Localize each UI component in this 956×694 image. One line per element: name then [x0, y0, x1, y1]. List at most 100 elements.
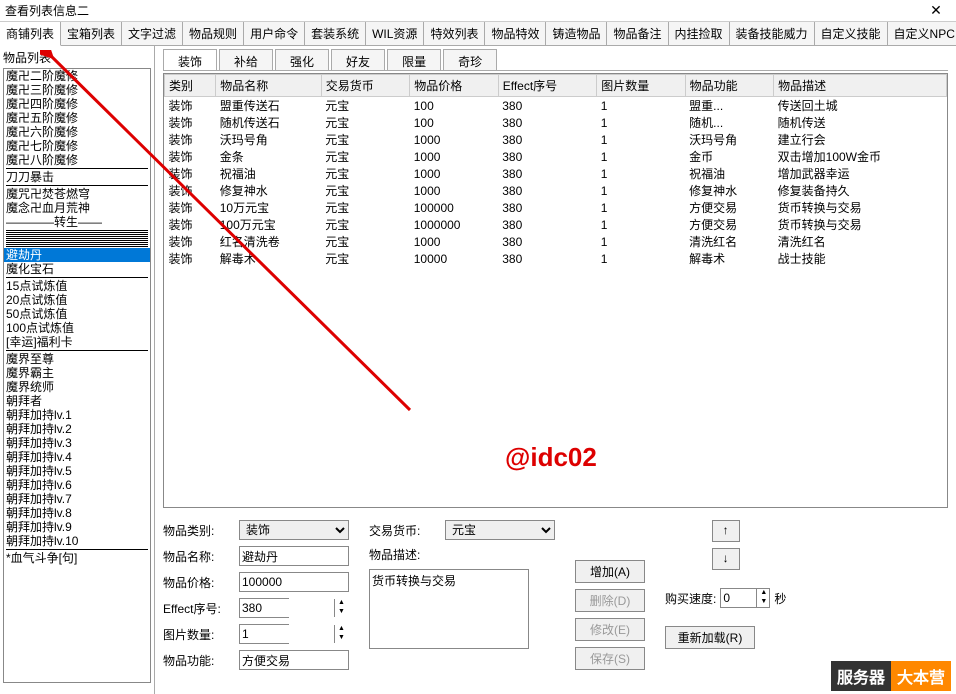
desc-label: 物品描述:: [369, 548, 420, 562]
save-button[interactable]: 保存(S): [575, 647, 645, 670]
speed-spinner[interactable]: ▲▼: [720, 588, 770, 608]
modify-button[interactable]: 修改(E): [575, 618, 645, 641]
spinner-up-icon[interactable]: ▲: [335, 599, 348, 608]
table-header[interactable]: 物品功能: [685, 75, 773, 97]
sub-tab-0[interactable]: 装饰: [163, 49, 217, 70]
table-header[interactable]: 交易货币: [321, 75, 409, 97]
desc-textarea[interactable]: [369, 569, 529, 649]
table-header[interactable]: 类别: [165, 75, 216, 97]
close-icon[interactable]: ✕: [921, 2, 951, 19]
spinner-up-icon[interactable]: ▲: [335, 625, 348, 634]
tab-8[interactable]: 物品特效: [485, 22, 546, 45]
tab-1[interactable]: 宝箱列表: [61, 22, 122, 45]
list-item[interactable]: 魔卍六阶魔修: [4, 125, 150, 139]
item-func-input[interactable]: [239, 650, 349, 670]
list-item[interactable]: 朝拜者: [4, 394, 150, 408]
tab-14[interactable]: 自定义NPC: [888, 22, 956, 45]
list-item[interactable]: 朝拜加持lv.1: [4, 408, 150, 422]
sub-tab-2[interactable]: 强化: [275, 49, 329, 70]
item-category-select[interactable]: 装饰: [239, 520, 349, 540]
list-item[interactable]: 20点试炼值: [4, 293, 150, 307]
add-button[interactable]: 增加(A): [575, 560, 645, 583]
list-item[interactable]: 朝拜加持lv.5: [4, 464, 150, 478]
list-item[interactable]: 魔卍八阶魔修: [4, 153, 150, 167]
list-item[interactable]: 朝拜加持lv.10: [4, 534, 150, 548]
table-row[interactable]: 装饰沃玛号角元宝10003801沃玛号角建立行会: [165, 131, 947, 148]
tab-6[interactable]: WIL资源: [366, 22, 424, 45]
table-row[interactable]: 装饰红名清洗卷元宝10003801清洗红名清洗红名: [165, 233, 947, 250]
list-item[interactable]: 魔卍五阶魔修: [4, 111, 150, 125]
tab-3[interactable]: 物品规则: [183, 22, 244, 45]
sub-tab-3[interactable]: 好友: [331, 49, 385, 70]
list-item[interactable]: 避劫丹: [4, 248, 150, 262]
list-item[interactable]: 50点试炼值: [4, 307, 150, 321]
list-item[interactable]: 朝拜加持lv.6: [4, 478, 150, 492]
img-count-spinner[interactable]: ▲▼: [239, 624, 289, 644]
table-row[interactable]: 装饰10万元宝元宝1000003801方便交易货币转换与交易: [165, 199, 947, 216]
table-header[interactable]: 物品名称: [216, 75, 322, 97]
list-item[interactable]: 100点试炼值: [4, 321, 150, 335]
move-up-button[interactable]: ↑: [712, 520, 740, 542]
list-item[interactable]: 魔界统师: [4, 380, 150, 394]
tab-5[interactable]: 套装系统: [305, 22, 366, 45]
tab-10[interactable]: 物品备注: [607, 22, 668, 45]
list-item[interactable]: 魔化宝石: [4, 262, 150, 276]
table-row[interactable]: 装饰祝福油元宝10003801祝福油增加武器幸运: [165, 165, 947, 182]
table-row[interactable]: 装饰随机传送石元宝1003801随机...随机传送: [165, 114, 947, 131]
tab-2[interactable]: 文字过滤: [122, 22, 183, 45]
tab-12[interactable]: 装备技能威力: [730, 22, 815, 45]
list-item[interactable]: 15点试炼值: [4, 279, 150, 293]
spinner-down-icon[interactable]: ▼: [757, 598, 770, 607]
sub-tab-1[interactable]: 补给: [219, 49, 273, 70]
list-item[interactable]: 刀刀暴击: [4, 170, 150, 184]
effect-spinner[interactable]: ▲▼: [239, 598, 289, 618]
list-item[interactable]: 魔界至尊: [4, 352, 150, 366]
tab-0[interactable]: 商铺列表: [0, 22, 61, 46]
move-down-button[interactable]: ↓: [712, 548, 740, 570]
list-item[interactable]: 朝拜加持lv.9: [4, 520, 150, 534]
currency-select[interactable]: 元宝: [445, 520, 555, 540]
list-item[interactable]: 魔卍七阶魔修: [4, 139, 150, 153]
list-item[interactable]: 魔卍二阶魔修: [4, 69, 150, 83]
list-item[interactable]: 朝拜加持lv.2: [4, 422, 150, 436]
item-name-input[interactable]: [239, 546, 349, 566]
item-price-input[interactable]: [239, 572, 349, 592]
sub-tab-5[interactable]: 奇珍: [443, 49, 497, 70]
table-header[interactable]: 物品价格: [410, 75, 498, 97]
table-header[interactable]: 物品描述: [774, 75, 947, 97]
list-item[interactable]: 魔界霸主: [4, 366, 150, 380]
list-item[interactable]: 朝拜加持lv.7: [4, 492, 150, 506]
list-item[interactable]: [幸运]福利卡: [4, 335, 150, 349]
list-item[interactable]: 朝拜加持lv.8: [4, 506, 150, 520]
table-row[interactable]: 装饰盟重传送石元宝1003801盟重...传送回土城: [165, 97, 947, 115]
table-row[interactable]: 装饰金条元宝10003801金币双击增加100W金币: [165, 148, 947, 165]
tab-11[interactable]: 内挂捡取: [669, 22, 730, 45]
list-item[interactable]: 魔咒卍焚苍燃穹: [4, 187, 150, 201]
reload-button[interactable]: 重新加载(R): [665, 626, 755, 649]
table-row[interactable]: 装饰修复神水元宝10003801修复神水修复装备持久: [165, 182, 947, 199]
tab-7[interactable]: 特效列表: [424, 22, 485, 45]
tab-9[interactable]: 铸造物品: [546, 22, 607, 45]
table-header[interactable]: 图片数量: [597, 75, 685, 97]
list-item[interactable]: 朝拜加持lv.4: [4, 450, 150, 464]
list-divider: [6, 246, 148, 247]
list-divider: [6, 240, 148, 241]
item-list[interactable]: 魔卍二阶魔修魔卍三阶魔修魔卍四阶魔修魔卍五阶魔修魔卍六阶魔修魔卍七阶魔修魔卍八阶…: [3, 68, 151, 683]
spinner-down-icon[interactable]: ▼: [335, 634, 348, 643]
list-item[interactable]: 朝拜加持lv.3: [4, 436, 150, 450]
table-row[interactable]: 装饰100万元宝元宝10000003801方便交易货币转换与交易: [165, 216, 947, 233]
title-bar: 查看列表信息二 ✕: [0, 0, 956, 22]
list-item[interactable]: 魔卍三阶魔修: [4, 83, 150, 97]
table-header[interactable]: Effect序号: [498, 75, 596, 97]
spinner-up-icon[interactable]: ▲: [757, 589, 770, 598]
sub-tab-4[interactable]: 限量: [387, 49, 441, 70]
tab-4[interactable]: 用户命令: [244, 22, 305, 45]
spinner-down-icon[interactable]: ▼: [335, 608, 348, 617]
list-item[interactable]: 魔念卍血月荒神: [4, 201, 150, 215]
list-item[interactable]: *血气斗争[句]: [4, 551, 150, 565]
tab-13[interactable]: 自定义技能: [815, 22, 888, 45]
delete-button[interactable]: 删除(D): [575, 589, 645, 612]
table-row[interactable]: 装饰解毒术元宝100003801解毒术战士技能: [165, 250, 947, 267]
list-item[interactable]: ————转生——: [4, 215, 150, 229]
list-item[interactable]: 魔卍四阶魔修: [4, 97, 150, 111]
